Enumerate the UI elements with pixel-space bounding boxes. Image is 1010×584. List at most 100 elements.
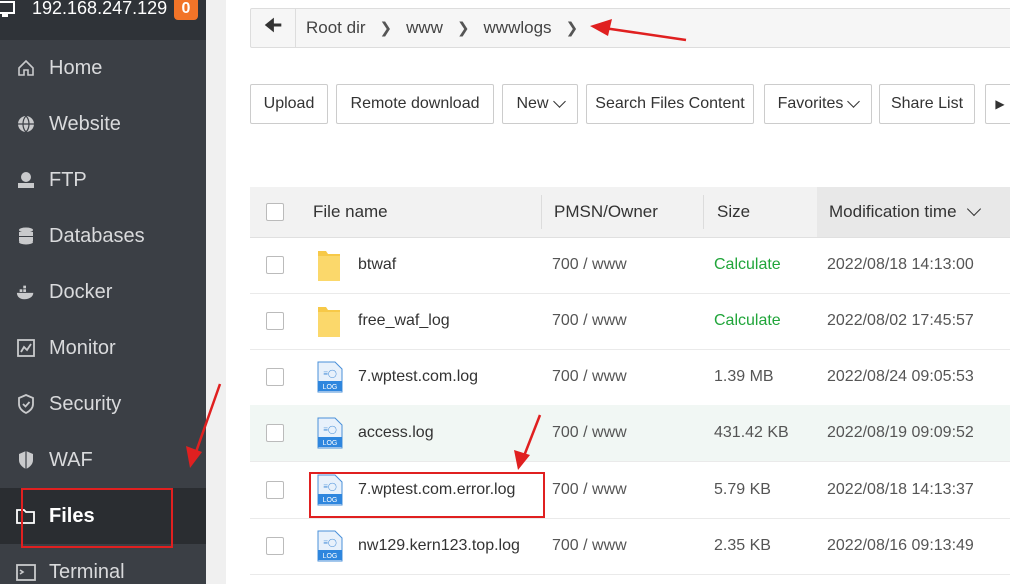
terminal-toolbar-button[interactable]: ▶ bbox=[985, 84, 1010, 124]
sidebar-item-label: Home bbox=[49, 56, 103, 79]
sidebar-item-label: Website bbox=[49, 112, 121, 135]
column-divider bbox=[703, 195, 704, 229]
file-permission[interactable]: 700 / www bbox=[552, 518, 627, 574]
file-size: 431.42 KB bbox=[714, 424, 789, 441]
sidebar-item-label: Monitor bbox=[49, 336, 116, 359]
file-size: 5.79 KB bbox=[714, 481, 771, 498]
crumb-root-dir[interactable]: Root dir bbox=[306, 18, 366, 38]
log-file-icon: ≡◯ LOG bbox=[317, 462, 343, 518]
sidebar-item-terminal[interactable]: Terminal bbox=[0, 544, 206, 584]
table-row[interactable]: ≡◯ LOG access.log 700 / www 431.42 KB 202… bbox=[250, 405, 1010, 462]
breadcrumb: 🠈 Root dir ❯ www ❯ wwwlogs ❯ bbox=[250, 8, 1010, 48]
file-permission[interactable]: 700 / www bbox=[552, 405, 627, 461]
file-permission[interactable]: 700 / www bbox=[552, 462, 627, 518]
file-size: 1.39 MB bbox=[714, 368, 774, 385]
folder-icon bbox=[16, 506, 36, 526]
home-icon bbox=[16, 58, 36, 78]
sidebar-item-label: Terminal bbox=[49, 560, 125, 583]
search-files-content-button[interactable]: Search Files Content bbox=[586, 84, 754, 124]
file-mtime: 2022/08/02 17:45:57 bbox=[827, 312, 974, 329]
file-permission[interactable]: 700 / www bbox=[552, 349, 627, 405]
select-all-cell bbox=[266, 187, 284, 237]
row-checkbox[interactable] bbox=[266, 312, 284, 330]
select-all-checkbox[interactable] bbox=[266, 203, 284, 221]
upload-label: Upload bbox=[263, 95, 315, 112]
header-size[interactable]: Size bbox=[717, 187, 750, 237]
chevron-down-icon bbox=[966, 201, 981, 217]
file-name[interactable]: free_waf_log bbox=[358, 293, 450, 349]
sidebar-item-label: Docker bbox=[49, 280, 113, 303]
sidebar-item-docker[interactable]: Docker bbox=[0, 264, 206, 320]
crumb-wwwlogs[interactable]: wwwlogs bbox=[484, 18, 552, 38]
log-file-icon: ≡◯ LOG bbox=[317, 349, 343, 405]
file-size[interactable]: Calculate bbox=[714, 293, 781, 349]
favorites-label: Favorites bbox=[777, 95, 844, 112]
chevron-right-icon: ❯ bbox=[565, 20, 579, 37]
new-dropdown-button[interactable]: New bbox=[502, 84, 578, 124]
svg-text:LOG: LOG bbox=[323, 440, 338, 447]
sidebar-item-security[interactable]: Security bbox=[0, 376, 206, 432]
new-label: New bbox=[516, 95, 549, 112]
header-pmsn-owner[interactable]: PMSN/Owner bbox=[554, 187, 658, 237]
remote-download-button[interactable]: Remote download bbox=[336, 84, 494, 124]
globe-icon bbox=[16, 114, 36, 134]
chevron-right-icon: ❯ bbox=[456, 20, 470, 37]
row-checkbox[interactable] bbox=[266, 256, 284, 274]
folder-icon bbox=[316, 293, 342, 349]
share-list-button[interactable]: Share List bbox=[879, 84, 975, 124]
file-mtime: 2022/08/19 09:09:52 bbox=[827, 424, 974, 441]
server-ip[interactable]: 192.168.247.129 bbox=[32, 0, 167, 19]
file-permission[interactable]: 700 / www bbox=[552, 237, 627, 293]
file-name[interactable]: 7.wptest.com.log bbox=[358, 349, 478, 405]
favorites-dropdown-button[interactable]: Favorites bbox=[764, 84, 872, 124]
table-row[interactable]: btwaf 700 / www Calculate 2022/08/18 14:… bbox=[250, 237, 1010, 294]
svg-text:≡◯: ≡◯ bbox=[323, 538, 337, 547]
svg-text:≡◯: ≡◯ bbox=[323, 369, 337, 378]
row-checkbox[interactable] bbox=[266, 424, 284, 442]
file-mtime: 2022/08/24 09:05:53 bbox=[827, 368, 974, 385]
header-file-name[interactable]: File name bbox=[313, 187, 388, 237]
svg-text:≡◯: ≡◯ bbox=[323, 425, 337, 434]
file-permission[interactable]: 700 / www bbox=[552, 293, 627, 349]
sidebar-item-ftp[interactable]: FTP bbox=[0, 152, 206, 208]
file-name[interactable]: access.log bbox=[358, 405, 434, 461]
header-modification-time[interactable]: Modification time bbox=[817, 187, 1010, 237]
file-mtime: 2022/08/18 14:13:00 bbox=[827, 256, 974, 273]
file-name[interactable]: nw129.kern123.top.log bbox=[358, 518, 520, 574]
row-checkbox[interactable] bbox=[266, 481, 284, 499]
table-row[interactable]: ≡◯ LOG nw129.kern123.top.log 700 / www 2.… bbox=[250, 518, 1010, 575]
file-name[interactable]: btwaf bbox=[358, 237, 396, 293]
sidebar-item-waf[interactable]: WAF bbox=[0, 432, 206, 488]
sidebar-item-label: Databases bbox=[49, 224, 145, 247]
table-row[interactable]: free_waf_log 700 / www Calculate 2022/08… bbox=[250, 293, 1010, 350]
table-header: File name PMSN/Owner Size Modification t… bbox=[250, 187, 1010, 238]
file-size[interactable]: Calculate bbox=[714, 237, 781, 293]
sidebar-item-website[interactable]: Website bbox=[0, 96, 206, 152]
file-name[interactable]: 7.wptest.com.error.log bbox=[358, 462, 515, 518]
server-icon bbox=[0, 1, 15, 17]
notification-badge[interactable]: 0 bbox=[174, 0, 198, 20]
terminal-icon: ▶ bbox=[995, 97, 1005, 111]
table-row[interactable]: ≡◯ LOG 7.wptest.com.error.log 700 / www 5… bbox=[250, 462, 1010, 519]
arrow-left-icon: 🠈 bbox=[263, 15, 283, 37]
server-header: 192.168.247.129 0 bbox=[0, 0, 206, 40]
column-divider bbox=[541, 195, 542, 229]
chevron-right-icon: ❯ bbox=[379, 20, 393, 37]
row-checkbox[interactable] bbox=[266, 368, 284, 386]
monitor-icon bbox=[16, 338, 36, 358]
row-checkbox[interactable] bbox=[266, 537, 284, 555]
chevron-down-icon bbox=[552, 95, 566, 108]
svg-text:≡◯: ≡◯ bbox=[323, 482, 337, 491]
terminal-icon bbox=[16, 562, 36, 582]
sidebar-item-home[interactable]: Home bbox=[0, 40, 206, 96]
back-button[interactable]: 🠈 bbox=[251, 9, 296, 47]
sidebar-item-label: FTP bbox=[49, 168, 87, 191]
sidebar-item-files[interactable]: Files bbox=[0, 488, 206, 544]
header-modification-time-label: Modification time bbox=[829, 202, 957, 221]
table-row[interactable]: ≡◯ LOG 7.wptest.com.log 700 / www 1.39 MB… bbox=[250, 349, 1010, 406]
crumb-www[interactable]: www bbox=[406, 18, 443, 38]
upload-button[interactable]: Upload bbox=[250, 84, 328, 124]
sidebar-item-monitor[interactable]: Monitor bbox=[0, 320, 206, 376]
sidebar-item-databases[interactable]: Databases bbox=[0, 208, 206, 264]
file-size: 2.35 KB bbox=[714, 537, 771, 554]
